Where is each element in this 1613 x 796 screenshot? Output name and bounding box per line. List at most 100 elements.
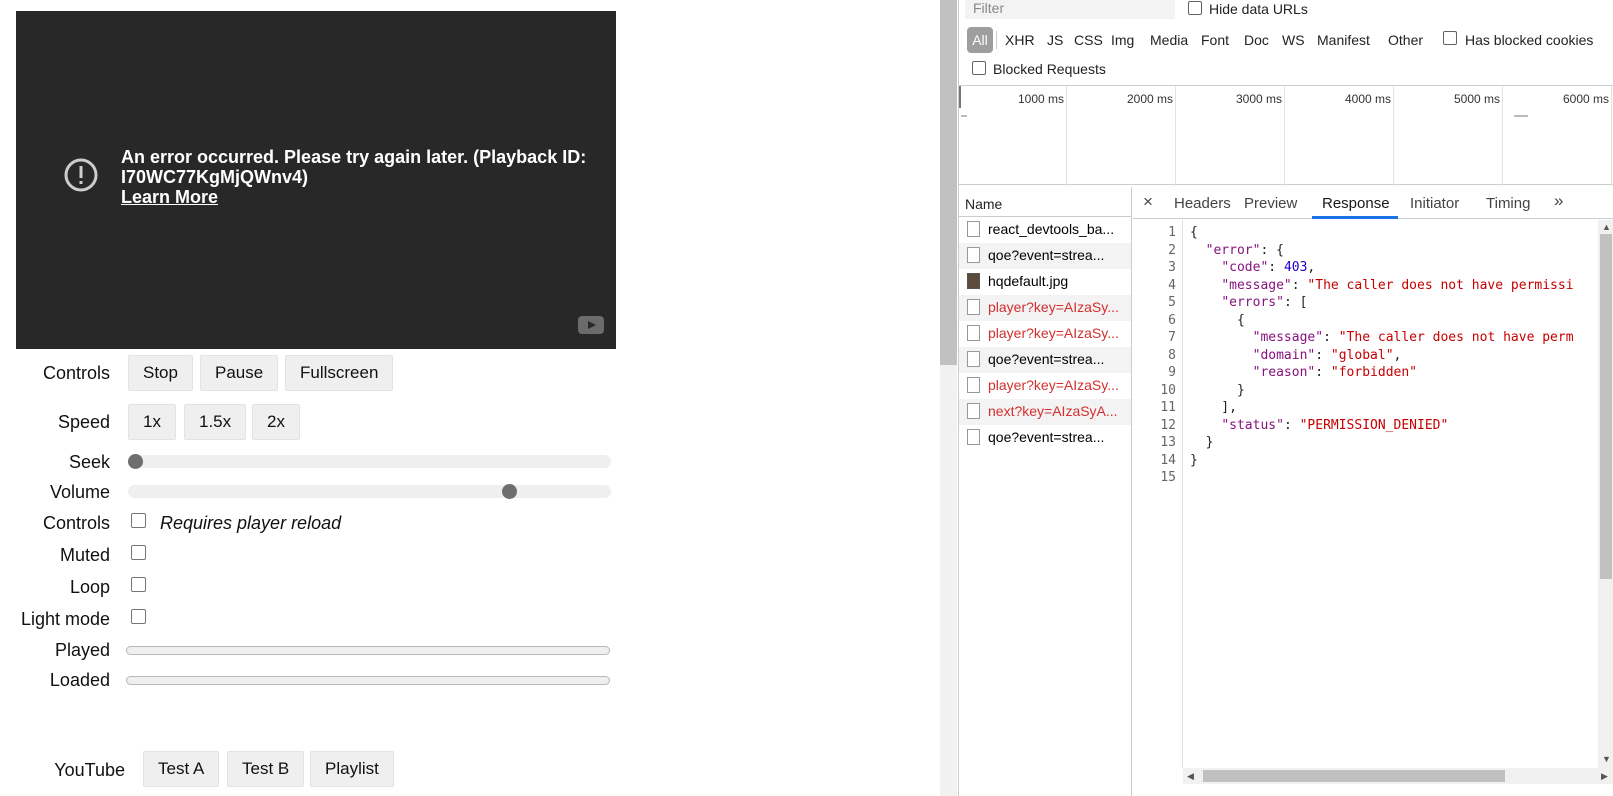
type-filter-js[interactable]: JS bbox=[1047, 32, 1063, 48]
tab-headers[interactable]: Headers bbox=[1174, 195, 1231, 212]
type-filter-ws[interactable]: WS bbox=[1282, 32, 1305, 48]
code-line: "code": 403, bbox=[1221, 260, 1316, 275]
app-root: An error occurred. Please try again late… bbox=[0, 0, 1613, 796]
youtube-logo-icon[interactable] bbox=[578, 316, 604, 334]
image-icon bbox=[967, 273, 980, 289]
close-detail-icon[interactable]: × bbox=[1143, 192, 1153, 212]
network-timeline-overview[interactable]: 1000 ms 2000 ms 3000 ms 4000 ms 5000 ms … bbox=[959, 85, 1613, 186]
code-line: } bbox=[1190, 435, 1214, 450]
speed-1x-button[interactable]: 1x bbox=[128, 404, 176, 440]
playlist-button[interactable]: Playlist bbox=[310, 751, 394, 787]
volume-slider-thumb[interactable] bbox=[502, 484, 518, 499]
file-icon bbox=[967, 247, 980, 263]
request-row[interactable]: player?key=AIzaSy... bbox=[959, 295, 1131, 321]
line-number: 13 bbox=[1160, 435, 1176, 450]
response-horizontal-scrollbar-thumb[interactable] bbox=[1203, 770, 1505, 782]
test-b-button[interactable]: Test B bbox=[227, 751, 305, 787]
request-row[interactable]: next?key=AIzaSyA... bbox=[959, 399, 1131, 425]
request-name: qoe?event=strea... bbox=[988, 247, 1105, 263]
loop-checkbox[interactable] bbox=[131, 577, 146, 592]
type-filter-all[interactable]: All bbox=[967, 27, 993, 53]
tab-response[interactable]: Response bbox=[1322, 195, 1390, 212]
played-label: Played bbox=[54, 640, 110, 660]
file-icon bbox=[967, 403, 980, 419]
line-number: 14 bbox=[1160, 452, 1176, 468]
stop-button[interactable]: Stop bbox=[128, 355, 193, 391]
controls-label: Controls bbox=[42, 363, 110, 383]
more-tabs-icon[interactable]: » bbox=[1554, 191, 1563, 211]
file-icon bbox=[967, 429, 980, 445]
learn-more-link[interactable]: Learn More bbox=[121, 187, 218, 207]
tab-preview[interactable]: Preview bbox=[1244, 195, 1297, 212]
code-line: } bbox=[1190, 382, 1245, 398]
muted-checkbox[interactable] bbox=[131, 545, 146, 560]
type-filter-manifest[interactable]: Manifest bbox=[1317, 32, 1370, 48]
fullscreen-button[interactable]: Fullscreen bbox=[285, 355, 394, 391]
code-line: } bbox=[1190, 452, 1198, 468]
type-filter-img[interactable]: Img bbox=[1111, 32, 1134, 48]
has-blocked-cookies-checkbox[interactable] bbox=[1443, 31, 1457, 45]
response-horizontal-scrollbar[interactable]: ◀ ▶ bbox=[1183, 768, 1613, 784]
code-line: "message": "The caller does not have per… bbox=[1221, 277, 1574, 293]
scroll-left-icon[interactable]: ◀ bbox=[1187, 771, 1194, 782]
speed-label: Speed bbox=[57, 412, 110, 432]
file-icon bbox=[967, 377, 980, 393]
request-row[interactable]: player?key=AIzaSy... bbox=[959, 321, 1131, 347]
type-filter-font[interactable]: Font bbox=[1201, 32, 1229, 48]
request-row[interactable]: react_devtools_ba... bbox=[959, 217, 1131, 243]
seek-slider-thumb[interactable] bbox=[128, 454, 143, 469]
type-filter-css[interactable]: CSS bbox=[1074, 32, 1103, 48]
code-line: { bbox=[1190, 225, 1198, 240]
line-number: 15 bbox=[1160, 470, 1176, 485]
request-row[interactable]: qoe?event=strea... bbox=[959, 425, 1131, 451]
line-number: 4 bbox=[1168, 277, 1176, 293]
volume-label: Volume bbox=[49, 482, 110, 502]
filter-input[interactable]: Filter bbox=[965, 0, 1175, 19]
test-a-button[interactable]: Test A bbox=[143, 751, 220, 787]
timeline-label: 3000 ms bbox=[1235, 92, 1282, 106]
hide-data-urls-checkbox[interactable] bbox=[1188, 1, 1202, 15]
loaded-label: Loaded bbox=[49, 670, 110, 690]
request-row[interactable]: qoe?event=strea... bbox=[959, 243, 1131, 269]
request-row[interactable]: player?key=AIzaSy... bbox=[959, 373, 1131, 399]
light-mode-label: Light mode bbox=[20, 609, 110, 629]
speed-1-5x-button[interactable]: 1.5x bbox=[184, 404, 247, 440]
file-icon bbox=[967, 299, 980, 315]
active-tab-indicator bbox=[1312, 216, 1398, 219]
seek-slider[interactable] bbox=[128, 454, 611, 469]
loaded-progress bbox=[126, 676, 610, 685]
request-row[interactable]: hqdefault.jpg bbox=[959, 269, 1131, 295]
scroll-down-icon[interactable]: ▼ bbox=[1602, 754, 1611, 764]
pause-button[interactable]: Pause bbox=[200, 355, 279, 391]
controls-checkbox-label: Controls bbox=[42, 513, 110, 533]
type-separator bbox=[996, 31, 997, 49]
type-filter-doc[interactable]: Doc bbox=[1244, 32, 1269, 48]
page-scrollbar[interactable] bbox=[940, 0, 957, 796]
light-mode-checkbox[interactable] bbox=[131, 609, 146, 624]
type-filter-other[interactable]: Other bbox=[1388, 32, 1423, 48]
code-line: { bbox=[1190, 312, 1245, 328]
volume-slider[interactable] bbox=[128, 484, 611, 499]
tab-initiator[interactable]: Initiator bbox=[1410, 195, 1459, 212]
type-filter-media[interactable]: Media bbox=[1150, 32, 1188, 48]
tab-timing[interactable]: Timing bbox=[1486, 195, 1530, 212]
name-column-header[interactable]: Name bbox=[959, 187, 1131, 217]
controls-checkbox[interactable] bbox=[131, 513, 146, 528]
type-filter-xhr[interactable]: XHR bbox=[1005, 32, 1035, 48]
response-body[interactable]: 1 2 3 4 5 6 7 8 9 10 11 12 13 14 15 { "error": { "code… bbox=[1133, 220, 1598, 768]
response-vertical-scrollbar[interactable]: ▲ ▼ bbox=[1598, 220, 1613, 768]
timeline-gridline bbox=[1502, 86, 1503, 186]
request-row[interactable]: qoe?event=strea... bbox=[959, 347, 1131, 373]
response-vertical-scrollbar-thumb[interactable] bbox=[1600, 234, 1612, 579]
page-scrollbar-thumb[interactable] bbox=[940, 0, 957, 365]
scroll-up-icon[interactable]: ▲ bbox=[1602, 222, 1611, 232]
scroll-right-icon[interactable]: ▶ bbox=[1601, 771, 1608, 782]
youtube-label: YouTube bbox=[54, 760, 125, 780]
line-number: 3 bbox=[1168, 260, 1176, 275]
code-line: "errors": [ bbox=[1221, 295, 1308, 310]
blocked-requests-checkbox[interactable] bbox=[972, 61, 986, 75]
speed-2x-button[interactable]: 2x bbox=[252, 404, 300, 440]
code-line: "error": { bbox=[1205, 242, 1284, 258]
video-player[interactable]: An error occurred. Please try again late… bbox=[16, 11, 616, 349]
played-progress bbox=[126, 646, 610, 655]
